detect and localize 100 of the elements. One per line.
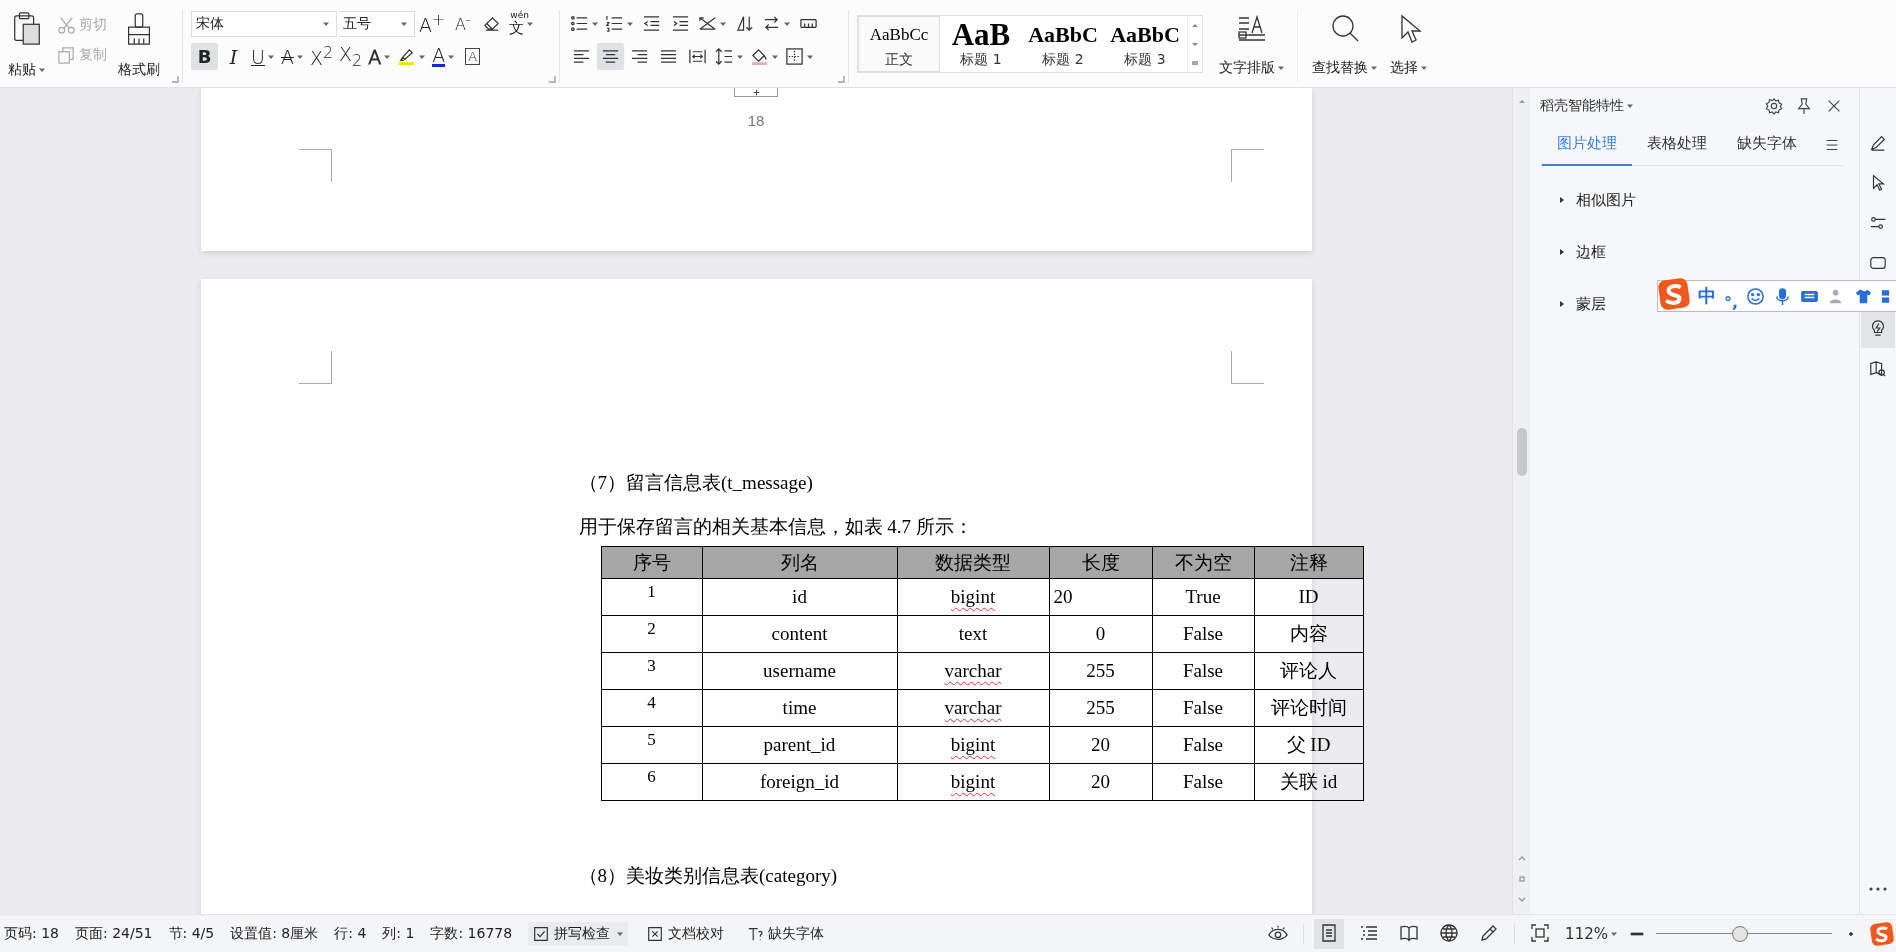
effects-button[interactable]: A	[366, 43, 394, 70]
style-item[interactable]: AaB 标题 1	[940, 16, 1022, 72]
column-header: 列名	[702, 546, 897, 579]
table-cell: text	[897, 615, 1049, 653]
phonetic-guide-button[interactable]: wén 文	[507, 10, 537, 37]
table-cell: 评论人	[1254, 652, 1363, 690]
align-right-icon	[630, 47, 649, 66]
panel-tab[interactable]: 表格处理	[1632, 123, 1722, 166]
scroll-thumb[interactable]	[1516, 428, 1527, 476]
page-view-button[interactable]	[1314, 918, 1345, 949]
punctuation-toggle[interactable]: °,	[1724, 288, 1739, 318]
align-distribute-icon	[688, 47, 707, 66]
table-cell: bigint	[897, 726, 1049, 764]
zoom-slider-thumb[interactable]	[1732, 925, 1749, 942]
style-item[interactable]: AaBbCc 正文	[858, 16, 940, 72]
paste-button[interactable]: 粘贴	[4, 10, 50, 83]
caret-icon	[1277, 64, 1285, 72]
settings-icon[interactable]	[1765, 97, 1783, 115]
missing-font-button[interactable]: 缺失字体	[742, 921, 829, 946]
column-header: 序号	[601, 546, 702, 579]
table-cell: bigint	[897, 763, 1049, 801]
table-cell: parent_id	[702, 726, 897, 764]
shrink-font-button[interactable]: A$^{-}$	[449, 10, 477, 37]
table-cell: 4	[601, 689, 702, 727]
vertical-scrollbar[interactable]	[1512, 88, 1530, 914]
subscript-button[interactable]: X$_{2}$	[337, 43, 365, 70]
input-mode-toggle[interactable]: 中	[1698, 284, 1716, 308]
proofread-button[interactable]: 文档校对	[642, 921, 729, 946]
italic-button[interactable]: I	[220, 43, 247, 70]
table-cell: bigint	[897, 578, 1049, 616]
line-spacing-icon	[715, 47, 734, 66]
sort-icon	[735, 14, 754, 33]
style-item[interactable]: AaBbC 标题 2	[1022, 16, 1104, 72]
table-cell: False	[1152, 652, 1254, 690]
underline-button[interactable]: U	[249, 43, 277, 70]
pin-icon[interactable]	[1795, 97, 1813, 115]
page-divider-button[interactable]	[734, 88, 778, 97]
spell-check-button[interactable]: 拼写检查	[528, 921, 629, 946]
table-cell: varchar	[897, 689, 1049, 727]
select-button[interactable]: 选择	[1384, 10, 1434, 83]
find-replace-button[interactable]: 查找替换	[1297, 10, 1384, 83]
pen-icon[interactable]	[1868, 134, 1888, 152]
superscript-button[interactable]: X$^{2}$	[307, 43, 336, 70]
align-center-button[interactable]	[597, 43, 624, 70]
margin-mark	[1230, 351, 1264, 384]
table-cell: False	[1152, 726, 1254, 764]
numbered-list-icon	[605, 14, 624, 33]
panel-title[interactable]: 稻壳智能特性	[1540, 97, 1634, 115]
plus-icon	[752, 89, 760, 96]
caret-icon	[1626, 102, 1634, 110]
ime-logo-icon[interactable]	[1870, 921, 1894, 946]
panel-tab[interactable]: 缺失字体	[1722, 123, 1812, 166]
status-field: 页面: 24/51	[75, 924, 153, 943]
return-arrow-icon	[762, 14, 781, 33]
panel-tab[interactable]: 图片处理	[1542, 123, 1632, 166]
section-heading: （8）美妆类别信息表(category)	[578, 864, 839, 888]
table-cell: 255	[1049, 652, 1152, 690]
more-icon[interactable]	[1868, 886, 1888, 892]
zoom-slider[interactable]	[1656, 925, 1832, 942]
table-cell: ID	[1254, 578, 1363, 616]
panel-section[interactable]: 相似图片	[1558, 174, 1636, 226]
style-item[interactable]: AaBbC 标题 3	[1104, 16, 1186, 72]
color-button[interactable]: A	[430, 43, 458, 70]
book-search-icon[interactable]	[1868, 360, 1888, 378]
margin-mark	[298, 351, 332, 384]
font-size-dropdown[interactable]: 五号	[339, 10, 415, 37]
smiley-icon[interactable]	[1746, 286, 1766, 306]
scissors-icon	[57, 15, 76, 35]
image-icon[interactable]	[1868, 254, 1888, 272]
panel-section[interactable]: 边框	[1558, 226, 1606, 278]
table-cell: username	[702, 652, 897, 690]
page-number: 18	[747, 112, 765, 129]
clipboard-icon	[11, 12, 43, 46]
format-painter-button[interactable]: 格式刷	[114, 10, 164, 83]
bold-button[interactable]: B	[191, 43, 218, 70]
status-field: 页码: 18	[4, 924, 59, 943]
table-cell: 255	[1049, 689, 1152, 727]
ime-logo-icon[interactable]	[1658, 278, 1690, 310]
table-cell: 0	[1049, 615, 1152, 653]
font-name-dropdown[interactable]: 宋体	[191, 10, 337, 37]
highlighter-icon	[397, 47, 417, 66]
outdent-icon	[642, 14, 661, 33]
table-cell: content	[702, 615, 897, 653]
margin-mark	[298, 149, 332, 182]
table-cell: 20	[1049, 763, 1152, 801]
panel-section[interactable]: 蒙层	[1558, 278, 1606, 330]
sliders-icon[interactable]	[1868, 214, 1888, 232]
column-header: 长度	[1049, 546, 1152, 579]
table-cell: 内容	[1254, 615, 1363, 653]
table-cell: 5	[601, 726, 702, 764]
column-header: 数据类型	[897, 546, 1049, 579]
paint-bucket-icon	[750, 47, 769, 66]
strike-button[interactable]: A	[278, 43, 306, 70]
zoom-level-dropdown[interactable]: 112%	[1565, 924, 1618, 943]
indent-icon	[671, 14, 690, 33]
grow-font-button[interactable]: A$^{+}$	[417, 10, 448, 37]
text-layout-button[interactable]: 文字排版	[1213, 10, 1291, 83]
column-header: 不为空	[1152, 546, 1254, 579]
status-field: 列: 1	[382, 924, 415, 943]
border-button[interactable]: A	[459, 43, 487, 70]
